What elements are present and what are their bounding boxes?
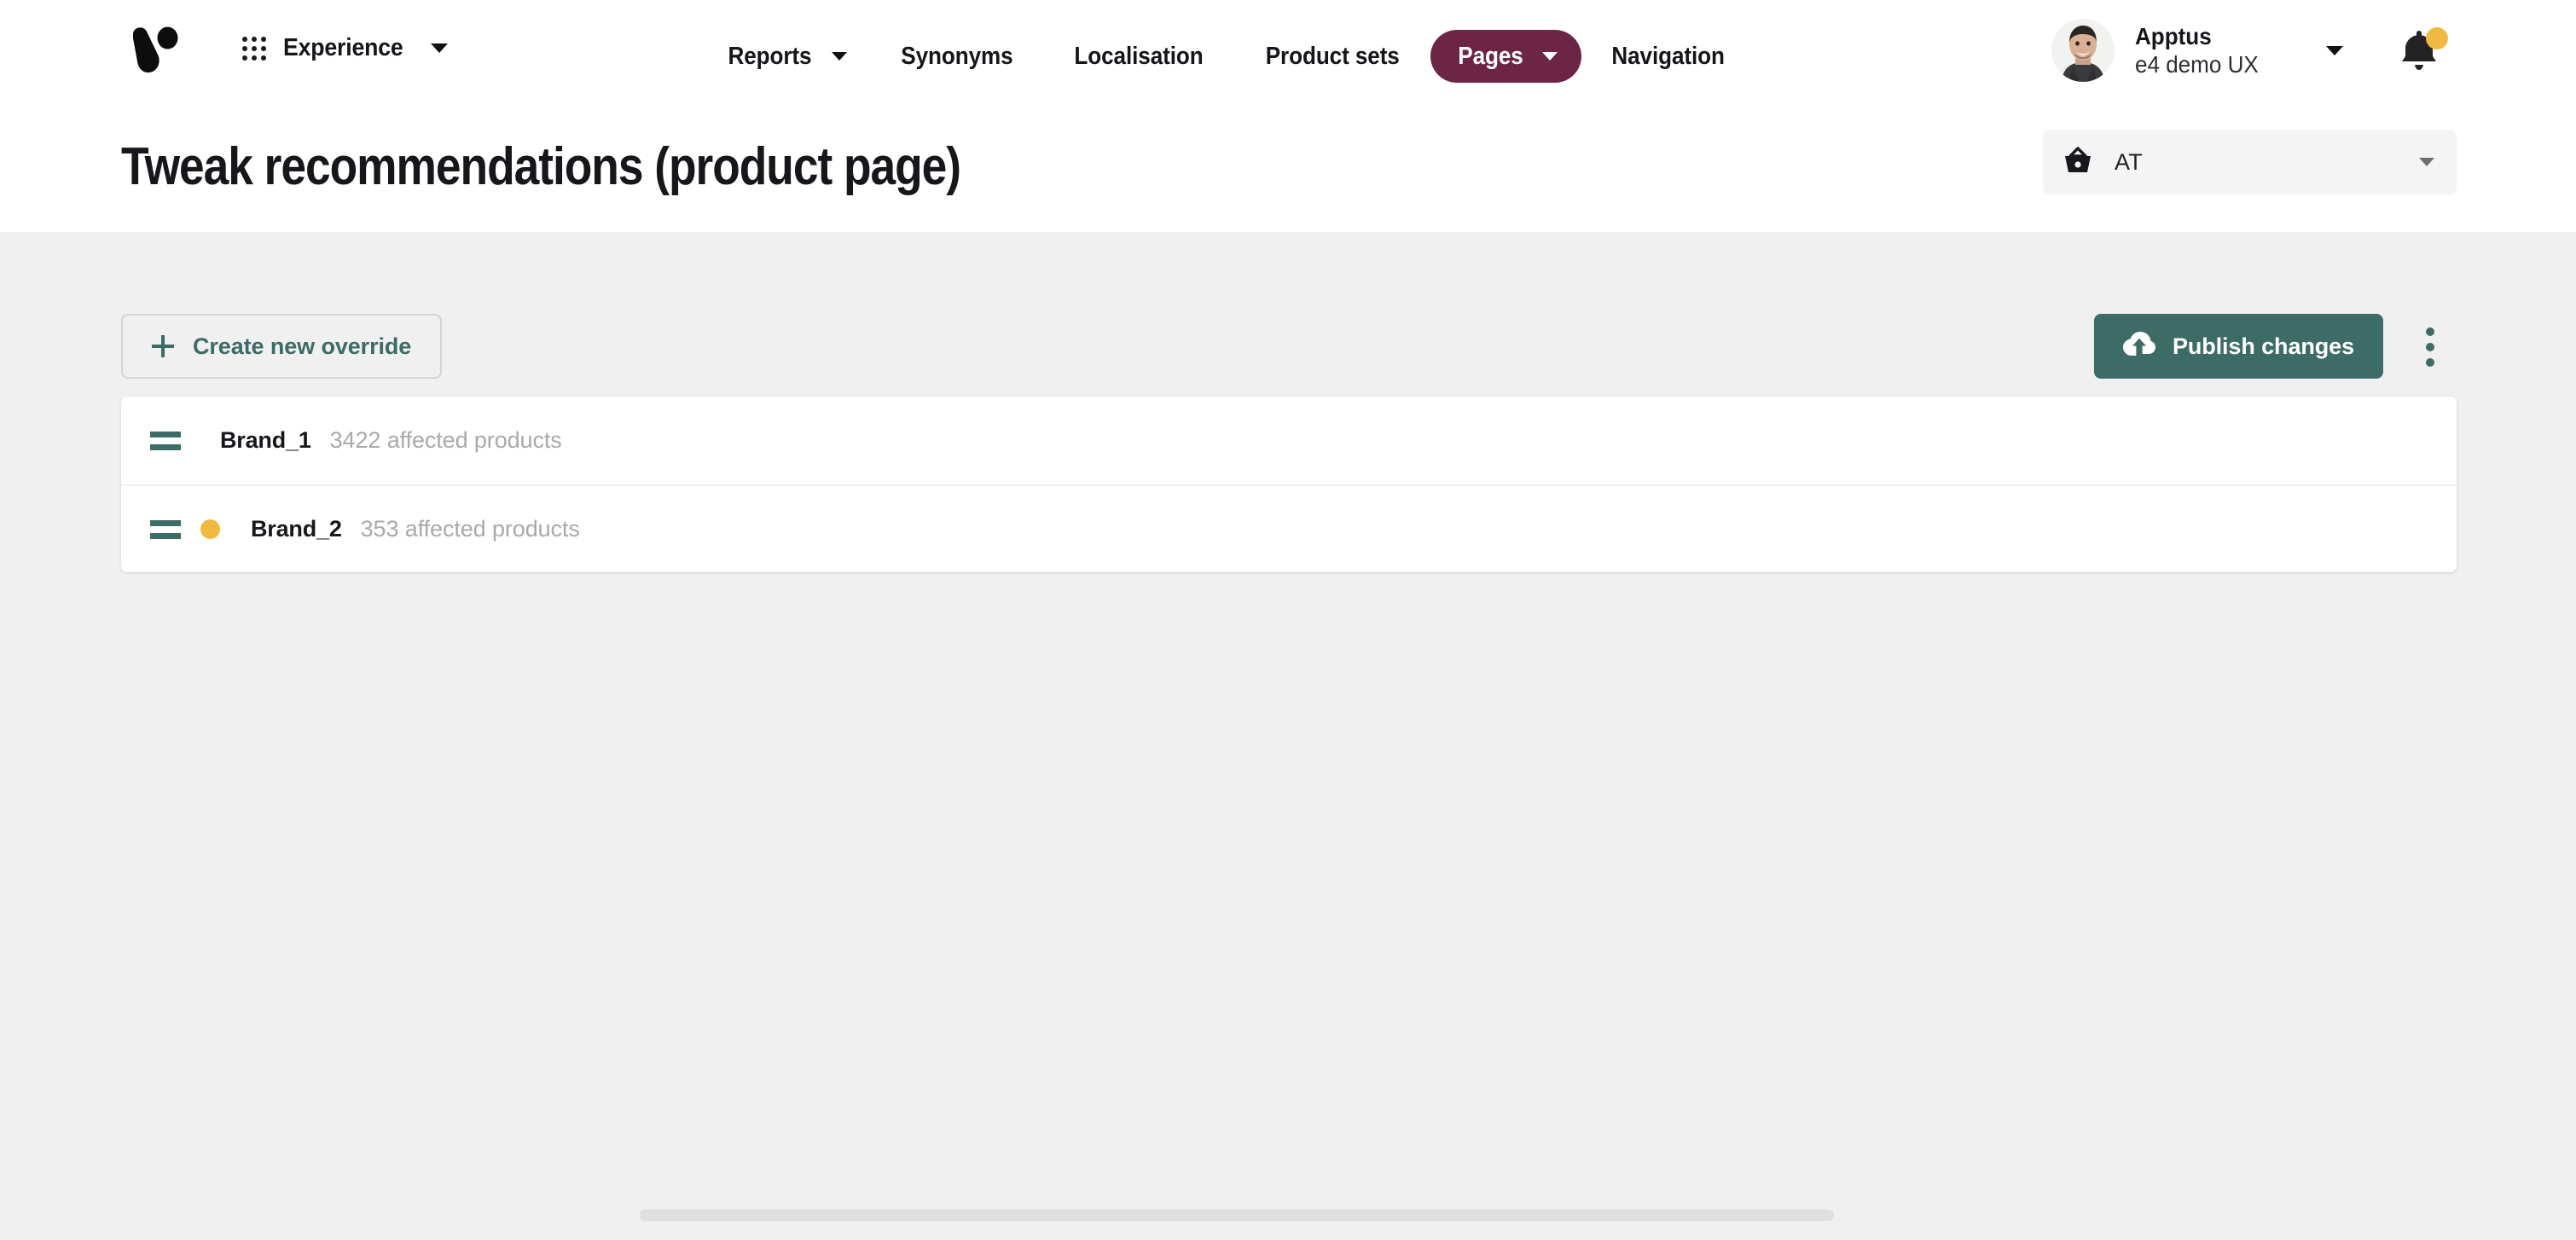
market-value: AT — [2115, 148, 2143, 175]
app-switcher-label: Experience — [283, 34, 403, 61]
chevron-down-icon — [1542, 52, 1558, 61]
nav-label: Synonyms — [901, 42, 1013, 70]
nav-item-localisation[interactable]: Localisation — [1043, 30, 1234, 83]
override-name: Brand_2 — [251, 516, 342, 542]
nav-label: Reports — [728, 42, 812, 70]
nav-label: Pages — [1458, 42, 1523, 70]
top-navigation-bar: Experience Reports Synonyms Localisation… — [0, 0, 2576, 113]
scrollbar-thumb[interactable] — [640, 1209, 1834, 1221]
profile-name: Apptus — [2135, 22, 2212, 49]
profile-subtitle: e4 demo UX — [2135, 51, 2259, 78]
nav-item-pages[interactable]: Pages — [1430, 30, 1582, 83]
override-meta: 353 affected products — [360, 516, 580, 542]
app-switcher[interactable]: Experience — [242, 34, 448, 62]
nav-item-synonyms[interactable]: Synonyms — [871, 30, 1043, 83]
create-override-label: Create new override — [193, 333, 412, 359]
drag-handle-icon[interactable] — [150, 519, 186, 539]
publish-label: Publish changes — [2172, 333, 2354, 359]
profile-text: Apptus e4 demo UX — [2135, 22, 2268, 78]
notification-badge — [2426, 27, 2448, 49]
voyado-logo-icon[interactable] — [121, 19, 186, 84]
shopping-basket-icon — [2063, 146, 2092, 178]
nav-item-reports[interactable]: Reports — [699, 30, 871, 83]
notifications-button[interactable] — [2399, 27, 2450, 77]
nav-item-product-sets[interactable]: Product sets — [1234, 30, 1430, 83]
override-name: Brand_1 — [220, 427, 311, 453]
main-navigation: Reports Synonyms Localisation Product se… — [699, 26, 1755, 87]
table-row[interactable]: Brand_2 353 affected products — [121, 484, 2457, 572]
grid-apps-icon — [242, 36, 266, 61]
create-new-override-button[interactable]: Create new override — [121, 314, 443, 379]
chevron-down-icon — [831, 52, 847, 61]
publish-changes-button[interactable]: Publish changes — [2093, 314, 2383, 379]
nav-label: Navigation — [1611, 42, 1726, 70]
chevron-down-icon — [2419, 158, 2434, 166]
chevron-down-icon — [2325, 45, 2343, 55]
action-bar: Create new override Publish changes — [121, 314, 2457, 379]
user-profile-menu[interactable]: Apptus e4 demo UX — [2051, 19, 2343, 82]
overrides-list: Brand_1 3422 affected products Brand_2 3… — [121, 397, 2457, 572]
market-selector[interactable]: AT — [2043, 130, 2457, 194]
override-meta: 3422 affected products — [329, 427, 562, 453]
plus-icon — [152, 335, 174, 357]
avatar — [2051, 19, 2115, 82]
status-badge — [200, 519, 220, 539]
cloud-upload-icon — [2122, 331, 2155, 362]
chevron-down-icon — [430, 43, 448, 53]
page-title: Tweak recommendations (product page) — [121, 137, 961, 196]
nav-label: Product sets — [1265, 42, 1400, 70]
horizontal-scrollbar[interactable] — [0, 1206, 2576, 1223]
kebab-menu-icon[interactable] — [2404, 321, 2457, 374]
drag-handle-icon[interactable] — [150, 431, 186, 450]
nav-item-navigation[interactable]: Navigation — [1581, 30, 1755, 83]
table-row[interactable]: Brand_1 3422 affected products — [121, 397, 2457, 484]
main-content: Create new override Publish changes Bran… — [0, 232, 2576, 1223]
nav-label: Localisation — [1074, 42, 1204, 70]
